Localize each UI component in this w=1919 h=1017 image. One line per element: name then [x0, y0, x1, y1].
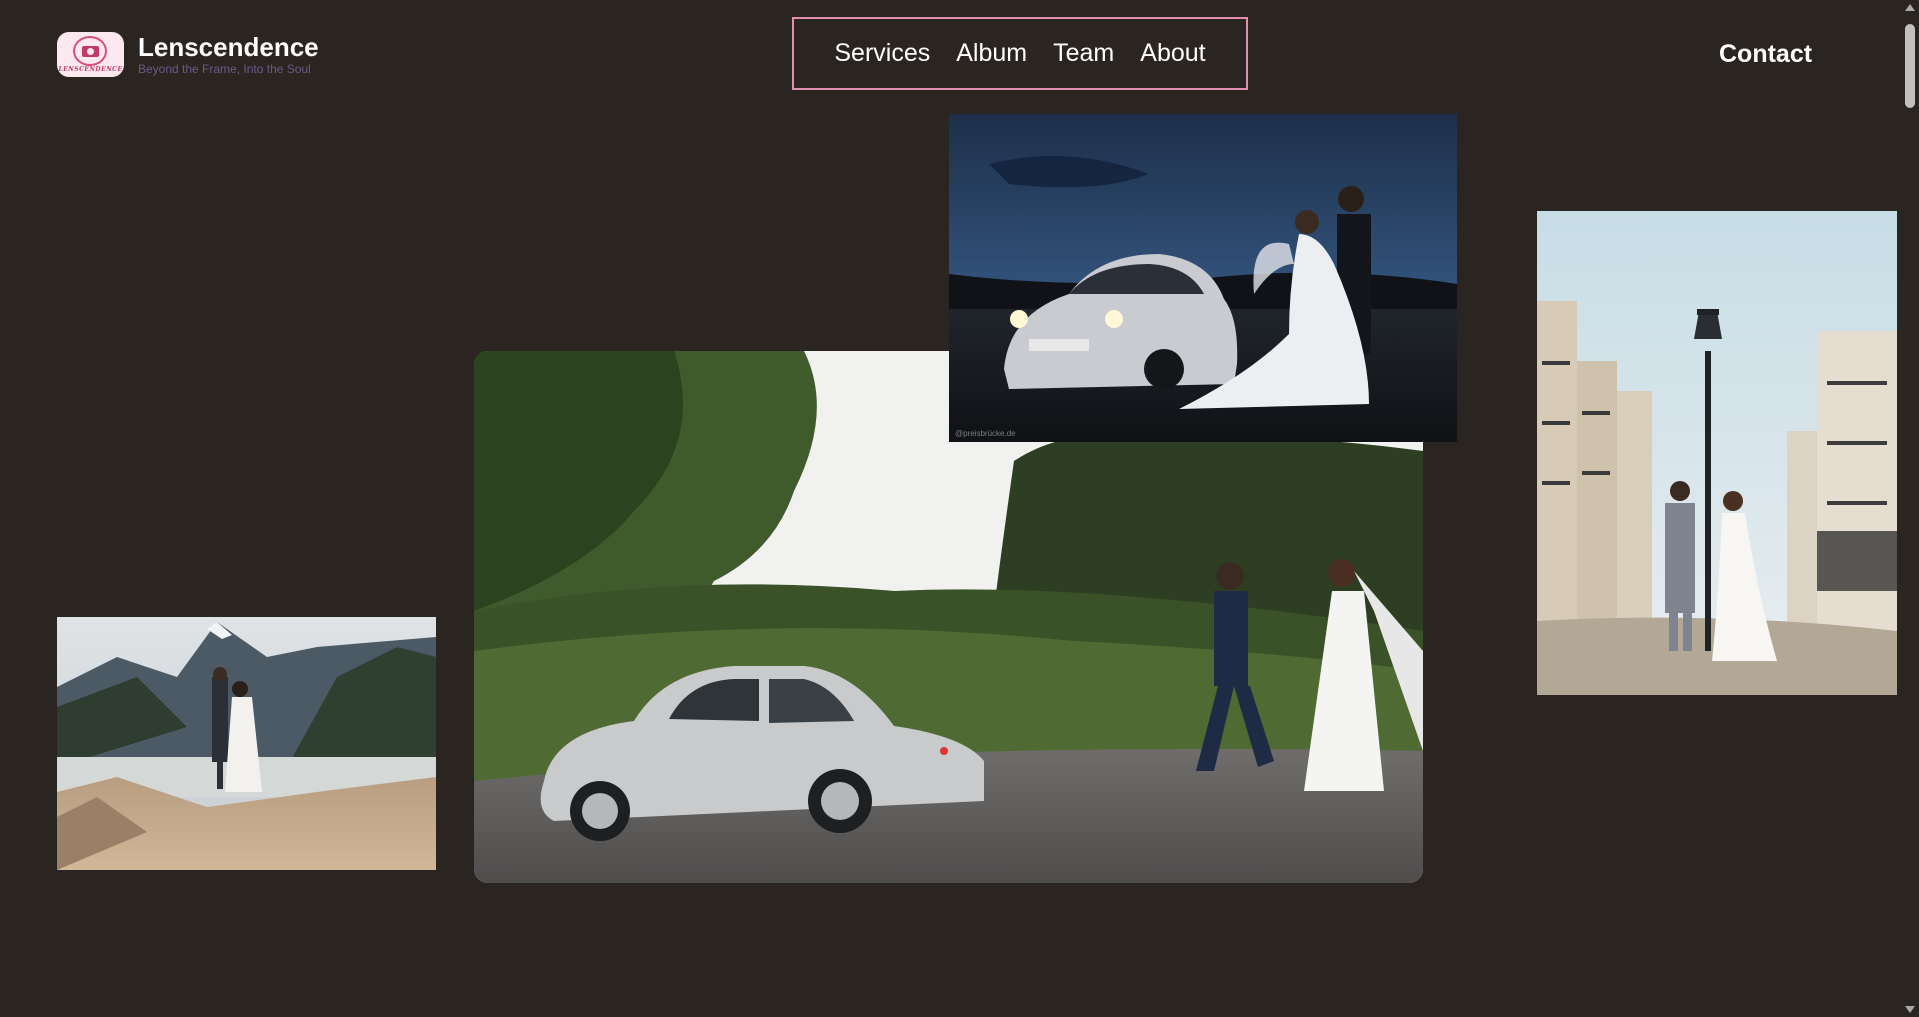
page: LENSCENDENCE Lenscendence Beyond the Fra…: [0, 0, 1919, 1017]
scrollbar-thumb[interactable]: [1905, 24, 1915, 108]
brand[interactable]: LENSCENDENCE Lenscendence Beyond the Fra…: [57, 32, 319, 77]
scroll-up-arrow-icon[interactable]: [1905, 4, 1915, 11]
photo-paris-image: [1537, 211, 1897, 695]
photo-paris-lamp-couple[interactable]: [1537, 211, 1897, 695]
contact-link[interactable]: Contact: [1719, 40, 1812, 69]
brand-text: Lenscendence Beyond the Frame, Into the …: [138, 33, 319, 76]
nav-link-about[interactable]: About: [1140, 39, 1205, 68]
camera-badge-icon: [82, 46, 99, 57]
nav-link-services[interactable]: Services: [834, 39, 930, 68]
scroll-down-arrow-icon[interactable]: [1905, 1006, 1915, 1013]
photo-night-image: @preisbrücke.de: [949, 114, 1457, 442]
main-nav: Services Album Team About: [792, 17, 1248, 90]
photo-mountain-image: [57, 617, 436, 870]
photo-mountain-lake-couple[interactable]: [57, 617, 436, 870]
logo-text: LENSCENDENCE: [58, 66, 123, 73]
photo-watermark: @preisbrücke.de: [955, 429, 1016, 438]
nav-link-team[interactable]: Team: [1053, 39, 1114, 68]
vertical-scrollbar[interactable]: [1901, 0, 1919, 1017]
nav-link-album[interactable]: Album: [956, 39, 1027, 68]
logo[interactable]: LENSCENDENCE: [57, 32, 124, 77]
photo-night-fiat-couple[interactable]: @preisbrücke.de: [949, 114, 1457, 442]
brand-name[interactable]: Lenscendence: [138, 33, 319, 61]
brand-tagline: Beyond the Frame, Into the Soul: [138, 62, 311, 76]
